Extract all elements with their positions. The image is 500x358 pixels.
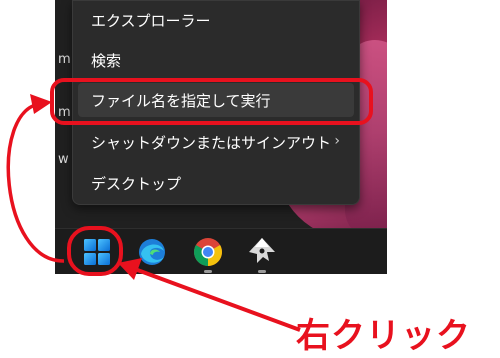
- arrowhead-to-run-item: [30, 94, 52, 114]
- menu-item-label: 検索: [91, 51, 122, 70]
- chevron-right-icon: ›: [334, 133, 340, 149]
- right-click-annotation-label: 右クリック: [296, 316, 471, 356]
- menu-item-label: デスクトップ: [91, 174, 182, 193]
- menu-item-shutdown-signout[interactable]: シャットダウンまたはサインアウト ›: [78, 125, 354, 159]
- menu-item-explorer[interactable]: エクスプローラー: [78, 3, 354, 37]
- inkscape-icon[interactable]: [245, 235, 279, 269]
- menu-item-label: エクスプローラー: [91, 11, 211, 30]
- menu-item-desktop[interactable]: デスクトップ: [78, 166, 354, 200]
- arrow-to-start-button: [131, 266, 301, 332]
- running-indicator: [258, 270, 266, 273]
- desktop-icon-label-fragment: w: [58, 152, 69, 167]
- edge-icon[interactable]: [135, 235, 169, 269]
- menu-item-search[interactable]: 検索: [78, 43, 354, 77]
- desktop-icon-label-fragment: m: [58, 52, 71, 67]
- running-indicator: [204, 270, 212, 273]
- run-item-highlight-outline: [50, 78, 373, 125]
- menu-item-label: シャットダウンまたはサインアウト: [91, 133, 332, 152]
- start-button-highlight-outline: [67, 226, 123, 276]
- chrome-icon[interactable]: [191, 235, 225, 269]
